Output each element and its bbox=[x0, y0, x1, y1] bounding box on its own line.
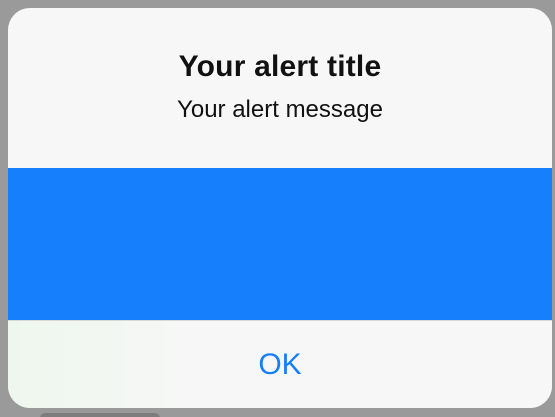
screen-background: Your alert title Your alert message OK bbox=[0, 0, 555, 417]
alert-dialog: Your alert title Your alert message OK bbox=[8, 8, 552, 408]
ok-button[interactable]: OK bbox=[8, 321, 552, 408]
home-indicator bbox=[40, 413, 160, 417]
alert-custom-view bbox=[8, 168, 552, 320]
alert-title: Your alert title bbox=[178, 50, 382, 83]
alert-message: Your alert message bbox=[177, 96, 383, 123]
